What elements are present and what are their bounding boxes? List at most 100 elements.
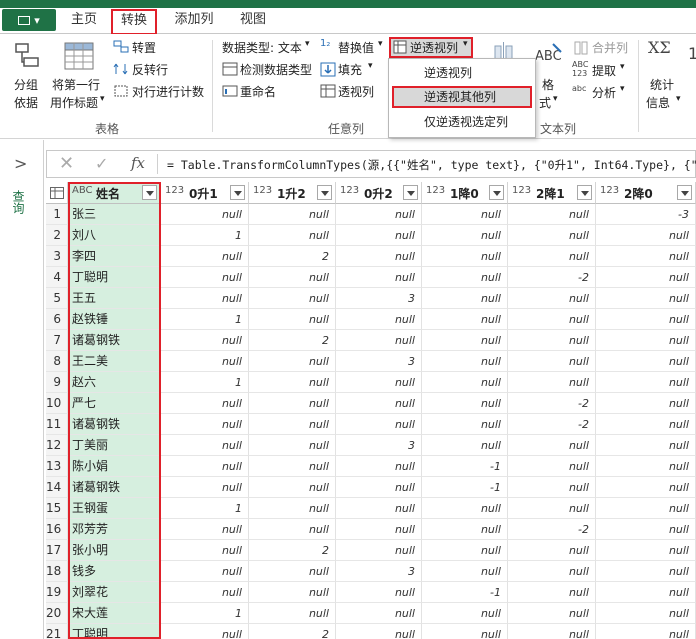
table-cell[interactable]: -3 [596,204,696,225]
table-cell[interactable]: null [336,603,422,624]
table-cell[interactable]: null [422,624,508,639]
table-cell[interactable]: null [596,477,696,498]
table-cell[interactable]: -2 [508,414,596,435]
row-number[interactable]: 19 [46,582,68,603]
table-cell[interactable]: null [508,456,596,477]
table-cell[interactable]: null [161,435,249,456]
table-cell[interactable]: null [508,540,596,561]
row-number[interactable]: 14 [46,477,68,498]
row-number[interactable]: 5 [46,288,68,309]
table-cell[interactable]: 邓芳芳 [68,519,161,540]
table-cell[interactable]: null [161,330,249,351]
table-cell[interactable]: 3 [336,435,422,456]
table-cell[interactable]: 2 [249,330,336,351]
format-button-line1[interactable]: 格 [542,76,554,93]
menu-item-unpivot-columns[interactable]: 逆透视列 [392,62,532,84]
column-header[interactable]: 123 0升2 [336,182,422,204]
column-type-icon[interactable]: 123 [512,185,531,196]
table-cell[interactable]: null [596,582,696,603]
row-number[interactable]: 7 [46,330,68,351]
table-cell[interactable]: null [249,288,336,309]
table-cell[interactable]: null [596,309,696,330]
fx-icon[interactable]: fx [131,154,145,172]
table-cell[interactable]: null [336,624,422,639]
table-cell[interactable]: null [336,582,422,603]
table-cell[interactable]: null [336,372,422,393]
column-filter-dropdown-icon[interactable] [577,185,592,200]
column-type-icon[interactable]: 123 [253,185,272,196]
table-cell[interactable]: null [161,477,249,498]
table-cell[interactable]: null [161,624,249,639]
table-cell[interactable]: 1 [161,498,249,519]
table-cell[interactable]: null [596,435,696,456]
row-number[interactable]: 10 [46,393,68,414]
table-cell[interactable]: null [161,204,249,225]
table-cell[interactable]: null [508,351,596,372]
table-cell[interactable]: null [249,225,336,246]
use-first-row-line1[interactable]: 将第一行 [52,76,100,93]
fill-button[interactable]: 填充 [338,61,362,78]
table-cell[interactable]: 刘翠花 [68,582,161,603]
replace-values-button[interactable]: 替换值 [338,39,374,56]
table-cell[interactable]: 3 [336,561,422,582]
table-cell[interactable]: null [596,519,696,540]
table-cell[interactable]: null [422,498,508,519]
table-cell[interactable]: null [596,225,696,246]
table-cell[interactable]: null [422,351,508,372]
table-cell[interactable]: null [249,477,336,498]
detect-type-button[interactable]: 检测数据类型 [240,61,312,78]
table-cell[interactable]: null [596,288,696,309]
table-cell[interactable]: null [422,561,508,582]
use-first-row-line2[interactable]: 用作标题 [50,94,98,111]
table-cell[interactable]: null [422,414,508,435]
table-cell[interactable]: 丁美丽 [68,435,161,456]
table-cell[interactable]: null [422,288,508,309]
table-cell[interactable]: 3 [336,351,422,372]
table-cell[interactable]: 陈小娟 [68,456,161,477]
format-caret-icon[interactable]: ▾ [553,94,558,104]
table-cell[interactable]: null [249,414,336,435]
table-cell[interactable]: null [596,246,696,267]
table-cell[interactable]: null [249,351,336,372]
row-number[interactable]: 3 [46,246,68,267]
table-cell[interactable]: null [336,477,422,498]
table-cell[interactable]: null [596,540,696,561]
table-cell[interactable]: null [336,393,422,414]
table-cell[interactable]: null [422,204,508,225]
table-cell[interactable]: null [508,225,596,246]
column-type-icon[interactable]: ABC [72,185,93,196]
table-cell[interactable]: null [249,498,336,519]
formula-input[interactable]: = Table.TransformColumnTypes(源,{{"姓名", t… [167,157,696,173]
table-cell[interactable]: null [422,267,508,288]
table-cell[interactable]: 1 [161,603,249,624]
table-cell[interactable]: null [508,561,596,582]
table-cell[interactable]: null [336,330,422,351]
table-cell[interactable]: 2 [249,624,336,639]
row-number[interactable]: 13 [46,456,68,477]
table-cell[interactable]: -1 [422,456,508,477]
table-cell[interactable]: null [336,204,422,225]
column-header[interactable]: ABC 姓名 [68,182,161,204]
column-filter-dropdown-icon[interactable] [403,185,418,200]
table-cell[interactable]: null [596,498,696,519]
table-cell[interactable]: null [161,393,249,414]
table-cell[interactable]: -1 [422,477,508,498]
table-cell[interactable]: null [422,393,508,414]
table-cell[interactable]: null [336,414,422,435]
column-filter-dropdown-icon[interactable] [489,185,504,200]
table-cell[interactable]: null [596,330,696,351]
confirm-icon[interactable]: ✓ [95,154,108,173]
table-cell[interactable]: null [161,582,249,603]
table-cell[interactable]: -1 [422,582,508,603]
table-cell[interactable]: null [596,624,696,639]
row-number[interactable]: 18 [46,561,68,582]
row-number[interactable]: 20 [46,603,68,624]
row-number[interactable]: 15 [46,498,68,519]
table-cell[interactable]: null [161,519,249,540]
table-cell[interactable]: 赵铁锤 [68,309,161,330]
table-cell[interactable]: null [422,540,508,561]
table-cell[interactable]: null [336,267,422,288]
table-cell[interactable]: null [508,288,596,309]
table-cell[interactable]: null [336,246,422,267]
menu-item-unpivot-other-columns[interactable]: 逆透视其他列 [392,86,532,108]
